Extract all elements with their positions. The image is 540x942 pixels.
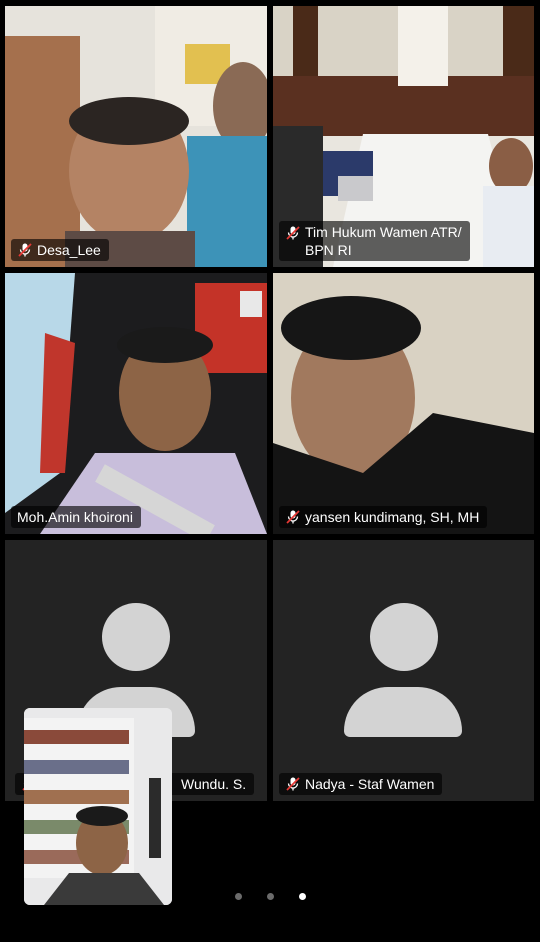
page-dot-2[interactable] [266,893,274,900]
participant-name-tag: Tim Hukum Wamen ATR/ BPN RI [279,221,470,261]
video-feed [5,273,267,534]
participant-name-tag: yansen kundimang, SH, MH [279,506,488,528]
video-feed [273,273,534,534]
participant-name: Tim Hukum Wamen ATR/ BPN RI [305,224,462,258]
participant-name: Nadya - Staf Wamen [305,776,435,792]
mic-muted-icon [18,243,32,257]
page-indicator [0,893,540,900]
participant-name: Desa_Lee [37,242,101,258]
participant-name-tag: Nadya - Staf Wamen [279,773,443,795]
mic-muted-icon [286,777,300,791]
avatar-body-shape [344,687,462,737]
self-view-thumbnail[interactable] [24,708,172,905]
avatar-placeholder-icon [102,603,170,671]
video-tile-desa-lee[interactable]: Desa_Lee [5,6,267,267]
participant-name: Moh.Amin khoironi [17,509,133,525]
participant-name: yansen kundimang, SH, MH [305,509,480,525]
avatar-placeholder-icon [370,603,438,671]
video-tile-nadya[interactable]: Nadya - Staf Wamen [273,540,534,801]
participant-name-tag: Desa_Lee [11,239,109,261]
page-dot-1[interactable] [234,893,242,900]
video-tile-yansen[interactable]: yansen kundimang, SH, MH [273,273,534,534]
mic-muted-icon [286,510,300,524]
mic-muted-icon [286,226,300,240]
video-tile-tim-hukum[interactable]: Tim Hukum Wamen ATR/ BPN RI [273,6,534,267]
participant-name-tag: Moh.Amin khoironi [11,506,141,528]
participant-name: Wundu. S. [181,776,247,792]
video-feed [5,6,267,267]
self-view-feed [24,708,172,905]
page-dot-3-current[interactable] [298,893,306,900]
video-tile-moh-amin[interactable]: Moh.Amin khoironi [5,273,267,534]
